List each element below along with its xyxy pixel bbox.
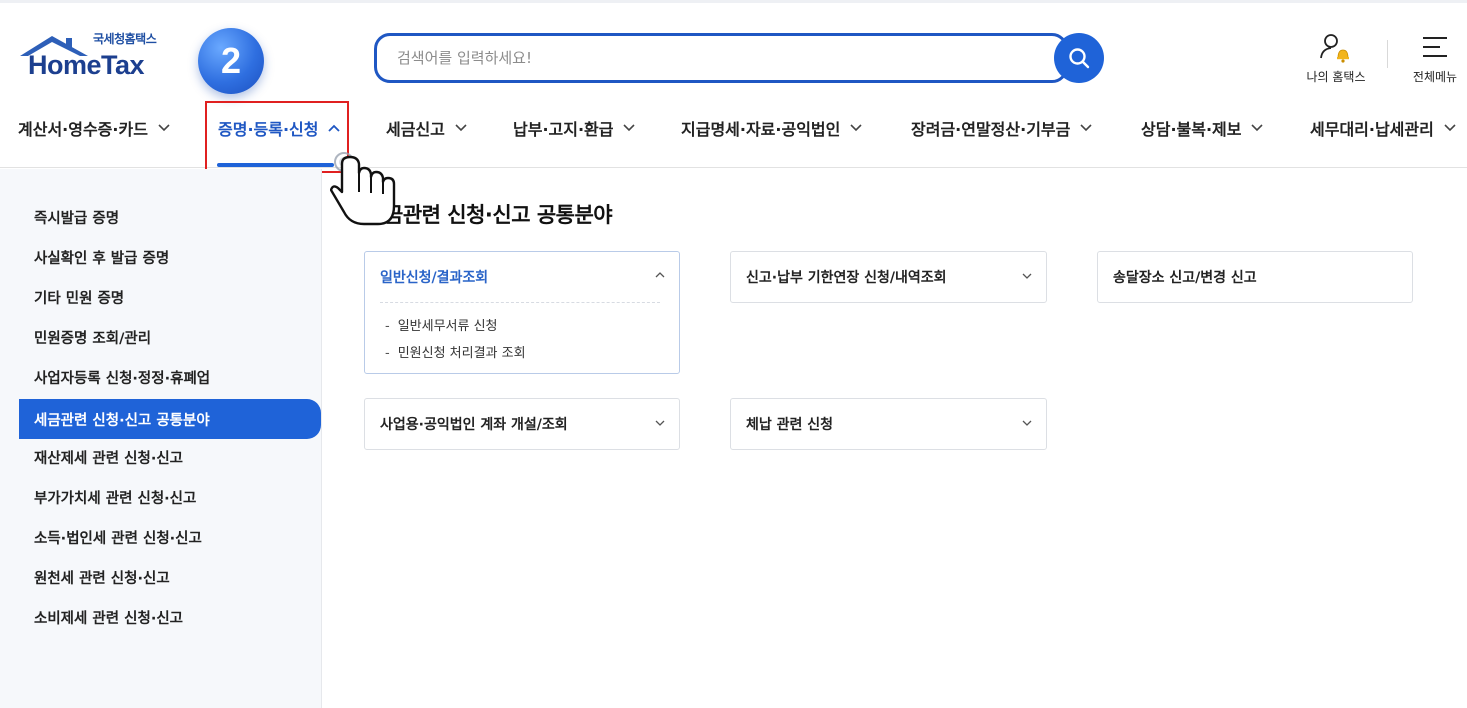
card-delinquency[interactable]: 체납 관련 신청 — [730, 398, 1047, 450]
sidebar-item-label: 사실확인 후 발급 증명 — [34, 250, 170, 267]
chevron-down-icon — [1251, 124, 1264, 132]
card-deadline-extension[interactable]: 신고·납부 기한연장 신청/내역조회 — [730, 251, 1047, 303]
sidebar-item-label: 기타 민원 증명 — [34, 290, 125, 307]
sidebar-item-withholding-tax[interactable]: 원천세 관련 신청·신고 — [19, 557, 321, 597]
sidebar-item-consumption-tax[interactable]: 소비제세 관련 신청·신고 — [19, 597, 321, 637]
header-divider — [1387, 40, 1388, 68]
sidebar-item-certificate-management[interactable]: 민원증명 조회/관리 — [19, 317, 321, 357]
search-box — [374, 33, 1068, 83]
gnb-item-label: 지급명세·자료·공익법인 — [681, 120, 841, 139]
chevron-down-icon — [1444, 124, 1456, 132]
sub-item-label: 민원신청 처리결과 조회 — [397, 346, 526, 361]
card-title: 일반신청/결과조회 — [380, 270, 489, 286]
gnb-item-label: 상담·불복·제보 — [1141, 120, 1242, 139]
gnb-item-label: 세무대리·납세관리 — [1310, 120, 1434, 139]
sidebar-item-label: 민원증명 조회/관리 — [34, 330, 152, 347]
chevron-down-icon — [1022, 273, 1032, 279]
top-strip — [0, 0, 1467, 3]
card-general-application[interactable]: 일반신청/결과조회 - 일반세무서류 신청 - 민원신청 처리결과 조회 — [364, 251, 680, 374]
gnb-item-label: 납부·고지·환급 — [513, 120, 614, 139]
gnb-item-incentive-settlement[interactable]: 장려금·연말정산·기부금 — [911, 100, 1092, 156]
sidebar-item-instant-certificate[interactable]: 즉시발급 증명 — [19, 197, 321, 237]
all-menu-label: 전체메뉴 — [1412, 70, 1458, 84]
chevron-down-icon — [850, 124, 862, 132]
my-hometax-button[interactable]: 나의 홈택스 — [1300, 30, 1372, 86]
sidebar-item-income-corporate-tax[interactable]: 소득·법인세 관련 신청·신고 — [19, 517, 321, 557]
sidebar-item-label: 부가가치세 관련 신청·신고 — [34, 490, 197, 507]
sidebar-item-label: 즉시발급 증명 — [34, 210, 120, 227]
search-input[interactable] — [397, 49, 1037, 67]
step-number-badge: 2 — [198, 28, 264, 94]
card-business-account[interactable]: 사업용·공익법인 계좌 개설/조회 — [364, 398, 680, 450]
sidebar-item-vat[interactable]: 부가가치세 관련 신청·신고 — [19, 477, 321, 517]
all-menu-button[interactable]: 전체메뉴 — [1405, 30, 1465, 86]
sidebar-item-property-tax[interactable]: 재산제세 관련 신청·신고 — [19, 437, 321, 477]
sub-item-application-result[interactable]: - 민원신청 처리결과 조회 — [385, 342, 526, 361]
hamburger-menu-icon — [1423, 37, 1447, 57]
sidebar-item-label: 원천세 관련 신청·신고 — [34, 570, 170, 587]
sidebar-item-fact-check-certificate[interactable]: 사실확인 후 발급 증명 — [19, 237, 321, 277]
search-button[interactable] — [1054, 33, 1104, 83]
gnb-item-label: 계산서·영수증·카드 — [18, 120, 148, 139]
highlight-box — [205, 101, 349, 173]
sidebar-item-other-certificate[interactable]: 기타 민원 증명 — [19, 277, 321, 317]
search-bar — [374, 33, 1104, 83]
sidebar-item-label: 세금관련 신청·신고 공통분야 — [34, 412, 210, 429]
search-icon — [1069, 48, 1090, 69]
chevron-down-icon — [623, 124, 636, 132]
sidebar-item-label: 소득·법인세 관련 신청·신고 — [34, 530, 202, 547]
card-title: 신고·납부 기한연장 신청/내역조회 — [746, 270, 947, 286]
card-title: 송달장소 신고/변경 신고 — [1113, 270, 1257, 286]
chevron-down-icon — [158, 124, 170, 132]
sidebar-item-label: 소비제세 관련 신청·신고 — [34, 610, 184, 627]
sidebar-item-label: 재산제세 관련 신청·신고 — [34, 450, 184, 467]
chevron-up-icon — [655, 272, 665, 278]
my-hometax-label: 나의 홈택스 — [1306, 70, 1366, 84]
page-title: 금관련 신청·신고 공통분야 — [384, 203, 613, 227]
card-title: 사업용·공익법인 계좌 개설/조회 — [380, 417, 568, 433]
chevron-down-icon — [1080, 124, 1092, 132]
sidebar-item-tax-common[interactable]: 세금관련 신청·신고 공통분야 — [19, 399, 321, 439]
hometax-logo[interactable]: 국세청홈택스 HomeTax — [18, 30, 170, 86]
sidebar-item-business-registration[interactable]: 사업자등록 신청·정정·휴폐업 — [19, 357, 321, 397]
chevron-down-icon — [1022, 420, 1032, 426]
gnb-item-tax-agent[interactable]: 세무대리·납세관리 — [1310, 100, 1456, 156]
gnb-item-label: 세금신고 — [386, 120, 445, 139]
sidebar-item-label: 사업자등록 신청·정정·휴폐업 — [34, 370, 211, 387]
sidebar: 즉시발급 증명 사실확인 후 발급 증명 기타 민원 증명 민원증명 조회/관리… — [0, 169, 322, 708]
gnb-item-consultation-appeal[interactable]: 상담·불복·제보 — [1141, 100, 1264, 156]
gnb-item-payment-statement[interactable]: 지급명세·자료·공익법인 — [681, 100, 862, 156]
chevron-down-icon — [655, 420, 665, 426]
sub-item-label: 일반세무서류 신청 — [397, 319, 498, 334]
pointer-hand-icon — [330, 152, 396, 226]
gnb-item-payment-refund[interactable]: 납부·고지·환급 — [513, 100, 636, 156]
card-divider — [380, 302, 660, 303]
user-bell-icon — [1320, 34, 1349, 63]
logo-title: HomeTax — [28, 50, 145, 80]
gnb-item-invoice-receipt-card[interactable]: 계산서·영수증·카드 — [18, 100, 170, 156]
gnb-item-label: 장려금·연말정산·기부금 — [911, 120, 1071, 139]
sub-item-general-tax-document[interactable]: - 일반세무서류 신청 — [385, 315, 498, 334]
card-title: 체납 관련 신청 — [746, 417, 834, 433]
card-delivery-place[interactable]: 송달장소 신고/변경 신고 — [1097, 251, 1413, 303]
logo-subtitle: 국세청홈택스 — [93, 32, 157, 46]
chevron-down-icon — [455, 124, 467, 132]
